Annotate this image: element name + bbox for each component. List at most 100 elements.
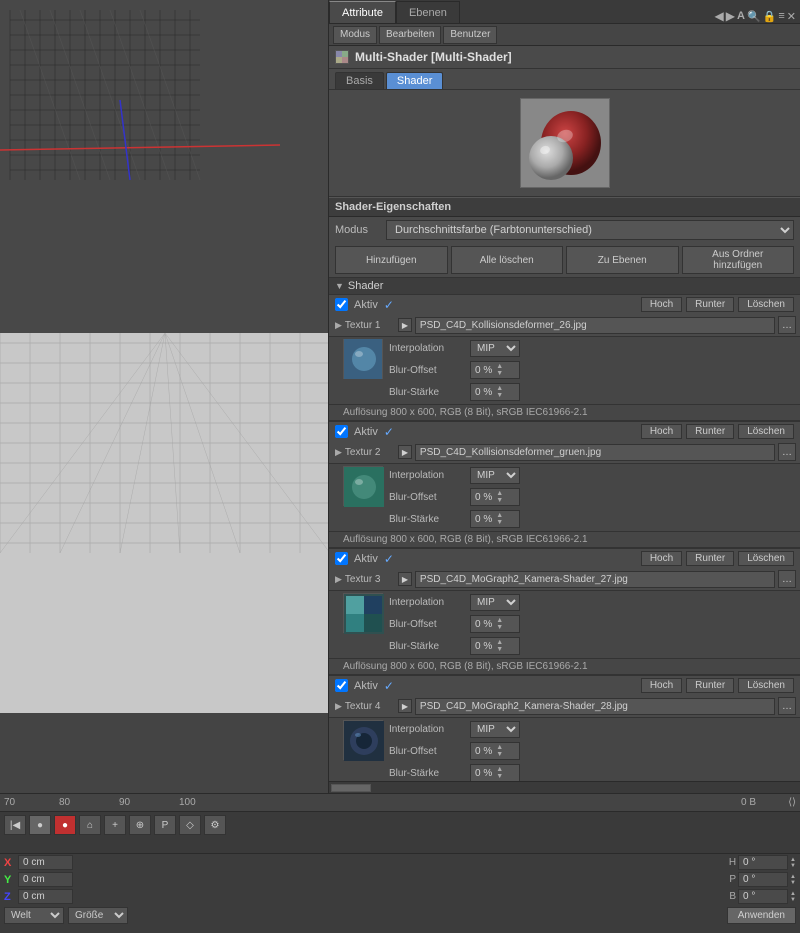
textur-triangle-1[interactable]: ▶ xyxy=(335,320,342,331)
aktiv-checkbox-3[interactable] xyxy=(335,552,348,565)
check-icon-3: ✓ xyxy=(384,552,394,566)
aktiv-checkbox-1[interactable] xyxy=(335,298,348,311)
lock-icon[interactable]: 🔒 xyxy=(763,10,777,23)
textur-arrow-3[interactable]: ▶ xyxy=(398,572,412,586)
blur-offset-label-4: Blur-Offset xyxy=(389,746,464,757)
welt-select[interactable]: Welt xyxy=(4,907,64,924)
benutzer-button[interactable]: Benutzer xyxy=(443,26,497,44)
y-value-input[interactable] xyxy=(18,872,73,887)
hinzufuegen-button[interactable]: Hinzufügen xyxy=(335,246,448,274)
runter-btn-2[interactable]: Runter xyxy=(686,424,734,439)
textur-row-2: ▶ Textur 2 ▶ PSD_C4D_Kollisionsdeformer_… xyxy=(329,441,800,464)
alle-loeschen-button[interactable]: Alle löschen xyxy=(451,246,564,274)
h-value-input[interactable] xyxy=(738,855,788,870)
loeschen-btn-2[interactable]: Löschen xyxy=(738,424,794,439)
blur-staerke-spinner-2[interactable]: ▲▼ xyxy=(496,512,503,526)
b-spinner[interactable]: ▲▼ xyxy=(790,891,796,903)
panel-scroll[interactable]: Shader-Eigenschaften Modus Durchschnitts… xyxy=(329,197,800,781)
viewport-floor xyxy=(0,333,328,713)
timeline-controls: |◀ ● ● ⌂ + ⊕ P ◇ ⚙ xyxy=(0,812,800,838)
runter-btn-4[interactable]: Runter xyxy=(686,678,734,693)
modus-button[interactable]: Modus xyxy=(333,26,377,44)
aktiv-label-4: Aktiv xyxy=(354,680,378,692)
letter-a-icon[interactable]: A xyxy=(737,10,745,22)
textur-arrow-1[interactable]: ▶ xyxy=(398,318,412,332)
search-icon[interactable]: 🔍 xyxy=(747,10,761,23)
blur-offset-value-4: 0 % ▲▼ xyxy=(470,742,520,760)
runter-btn-3[interactable]: Runter xyxy=(686,551,734,566)
tl-key[interactable]: ⌂ xyxy=(79,815,101,835)
arrow-left-icon[interactable]: ◀ xyxy=(715,9,724,23)
tl-skip-start[interactable]: |◀ xyxy=(4,815,26,835)
loeschen-btn-1[interactable]: Löschen xyxy=(738,297,794,312)
hoch-btn-2[interactable]: Hoch xyxy=(641,424,682,439)
tl-diamond[interactable]: ◇ xyxy=(179,815,201,835)
menu-icon[interactable]: ≡ xyxy=(778,10,784,22)
aktiv-checkbox-4[interactable] xyxy=(335,679,348,692)
textur-row-4: ▶ Textur 4 ▶ PSD_C4D_MoGraph2_Kamera-Sha… xyxy=(329,695,800,718)
p-spinner[interactable]: ▲▼ xyxy=(790,874,796,886)
sub-tab-shader[interactable]: Shader xyxy=(386,72,443,89)
interp-select-3[interactable]: MIP xyxy=(470,594,520,611)
textur-triangle-4[interactable]: ▶ xyxy=(335,701,342,712)
textur-more-1[interactable]: … xyxy=(778,316,796,334)
h-scrollbar-thumb[interactable] xyxy=(331,784,371,792)
h-spinner[interactable]: ▲▼ xyxy=(790,857,796,869)
triangle-icon: ▼ xyxy=(335,281,344,291)
textur-arrow-2[interactable]: ▶ xyxy=(398,445,412,459)
h-scrollbar[interactable] xyxy=(329,781,800,793)
bearbeiten-button[interactable]: Bearbeiten xyxy=(379,26,441,44)
b-value-input[interactable] xyxy=(738,889,788,904)
timeline-marker-70: 70 xyxy=(4,797,15,808)
coord-z-row: Z B ▲▼ xyxy=(0,888,800,905)
blur-staerke-spinner-1[interactable]: ▲▼ xyxy=(496,385,503,399)
tab-attribute[interactable]: Attribute xyxy=(329,1,396,23)
aktiv-label-1: Aktiv xyxy=(354,299,378,311)
blur-offset-spinner-4[interactable]: ▲▼ xyxy=(496,744,503,758)
tl-settings[interactable]: ⚙ xyxy=(204,815,226,835)
tab-ebenen[interactable]: Ebenen xyxy=(396,1,460,23)
tl-record[interactable]: ● xyxy=(54,815,76,835)
preview-area xyxy=(329,90,800,197)
hoch-btn-4[interactable]: Hoch xyxy=(641,678,682,693)
sub-tab-basis[interactable]: Basis xyxy=(335,72,384,89)
blur-offset-spinner-3[interactable]: ▲▼ xyxy=(496,617,503,631)
tl-play[interactable]: ● xyxy=(29,815,51,835)
x-value-input[interactable] xyxy=(18,855,73,870)
zu-ebenen-button[interactable]: Zu Ebenen xyxy=(566,246,679,274)
loeschen-btn-3[interactable]: Löschen xyxy=(738,551,794,566)
interp-select-1[interactable]: MIP xyxy=(470,340,520,357)
tl-add-key[interactable]: + xyxy=(104,815,126,835)
p-value-input[interactable] xyxy=(738,872,788,887)
interp-label-4: Interpolation xyxy=(389,724,464,735)
blur-staerke-spinner-3[interactable]: ▲▼ xyxy=(496,639,503,653)
textur-more-3[interactable]: … xyxy=(778,570,796,588)
arrow-right-icon[interactable]: ▶ xyxy=(726,9,735,23)
blur-offset-spinner-2[interactable]: ▲▼ xyxy=(496,490,503,504)
textur-triangle-2[interactable]: ▶ xyxy=(335,447,342,458)
panel-toolbar: Modus Bearbeiten Benutzer xyxy=(329,24,800,46)
timeline-spinner[interactable]: ⟨⟩ xyxy=(788,797,796,808)
interp-select-4[interactable]: MIP xyxy=(470,721,520,738)
close-icon[interactable]: ✕ xyxy=(787,10,796,23)
blur-staerke-spinner-4[interactable]: ▲▼ xyxy=(496,766,503,780)
textur-more-4[interactable]: … xyxy=(778,697,796,715)
hoch-btn-3[interactable]: Hoch xyxy=(641,551,682,566)
interp-label-2: Interpolation xyxy=(389,470,464,481)
tl-param[interactable]: P xyxy=(154,815,176,835)
textur-arrow-4[interactable]: ▶ xyxy=(398,699,412,713)
textur-more-2[interactable]: … xyxy=(778,443,796,461)
anwenden-button[interactable]: Anwenden xyxy=(727,907,796,924)
hoch-btn-1[interactable]: Hoch xyxy=(641,297,682,312)
loeschen-btn-4[interactable]: Löschen xyxy=(738,678,794,693)
runter-btn-1[interactable]: Runter xyxy=(686,297,734,312)
aktiv-checkbox-2[interactable] xyxy=(335,425,348,438)
tl-motion[interactable]: ⊕ xyxy=(129,815,151,835)
textur-triangle-3[interactable]: ▶ xyxy=(335,574,342,585)
blur-offset-spinner-1[interactable]: ▲▼ xyxy=(496,363,503,377)
z-value-input[interactable] xyxy=(18,889,73,904)
modus-select[interactable]: Durchschnittsfarbe (Farbtonunterschied) xyxy=(386,220,794,240)
interp-select-2[interactable]: MIP xyxy=(470,467,520,484)
groesse-select[interactable]: Größe xyxy=(68,907,128,924)
aus-ordner-hinzufuegen-button[interactable]: Aus Ordner hinzufügen xyxy=(682,246,795,274)
